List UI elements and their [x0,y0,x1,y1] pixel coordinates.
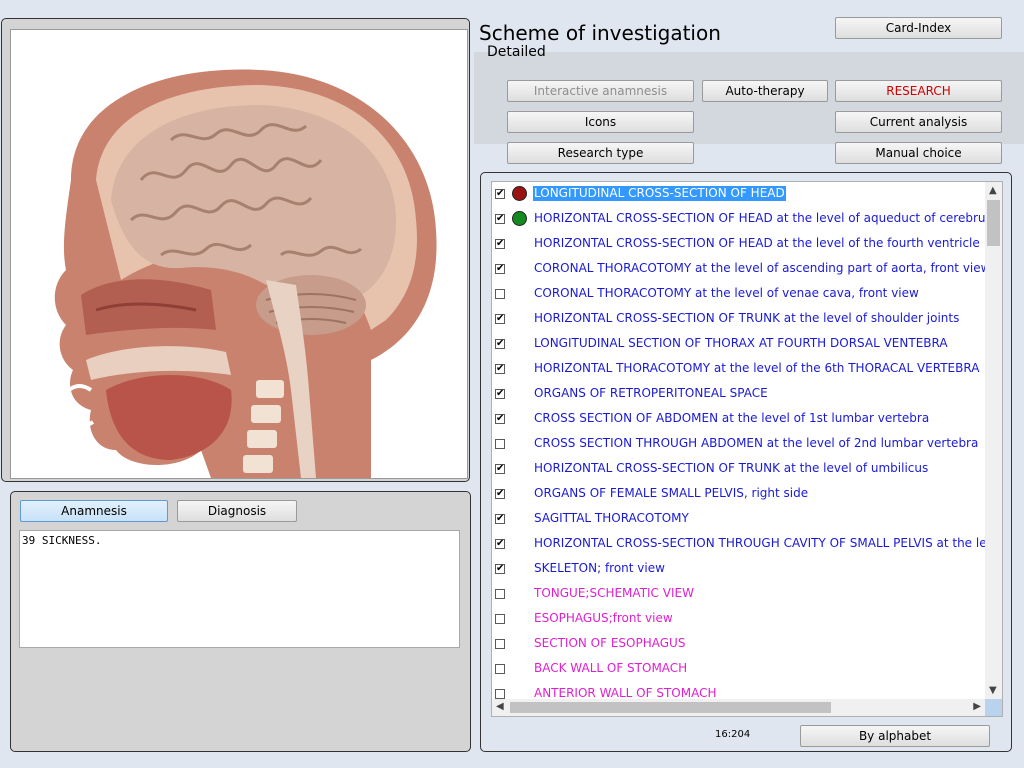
list-item-label: HORIZONTAL CROSS-SECTION OF HEAD at the … [534,236,980,250]
list-item[interactable]: CROSS SECTION THROUGH ABDOMEN at the lev… [492,432,985,457]
anatomy-image [10,29,468,479]
list-item[interactable]: SECTION OF ESOPHAGUS [492,632,985,657]
manual-choice-button[interactable]: Manual choice [835,142,1002,164]
list-item-label: ORGANS OF FEMALE SMALL PELVIS, right sid… [534,486,809,500]
research-list-panel: ✔ LONGITUDINAL CROSS-SECTION OF HEAD ✔ HORI… [480,172,1012,752]
item-checkbox[interactable]: ✔ [495,489,505,499]
tab-anamnesis[interactable]: Anamnesis [20,500,168,522]
interactive-anamnesis-button[interactable]: Interactive anamnesis [507,80,694,102]
sort-by-alphabet-button[interactable]: By alphabet [800,725,990,747]
item-checkbox[interactable]: ✔ [495,414,505,424]
horizontal-scrollbar[interactable]: ◀ ▶ [492,699,985,716]
list-item-label: HORIZONTAL CROSS-SECTION OF TRUNK at the… [534,461,929,475]
list-item-label: HORIZONTAL CROSS-SECTION THROUGH CAVITY … [534,536,985,550]
list-item-label: SKELETON; front view [534,561,665,575]
list-item[interactable]: ✔ HORIZONTAL CROSS-SECTION OF HEAD at the… [492,232,985,257]
list-item[interactable]: ✔ CORONAL THORACOTOMY at the level of asc… [492,257,985,282]
head-section-illustration [54,69,437,478]
item-checkbox[interactable]: ✔ [495,564,505,574]
anamnesis-text-area[interactable]: 39 SICKNESS. [19,530,460,648]
current-analysis-button[interactable]: Current analysis [835,111,1002,133]
list-item[interactable]: CORONAL THORACOTOMY at the level of vena… [492,282,985,307]
item-checkbox[interactable] [495,589,505,599]
item-checkbox[interactable]: ✔ [495,389,505,399]
list-item-label: HORIZONTAL CROSS-SECTION OF HEAD at the … [534,211,985,225]
list-item[interactable]: ✔ HORIZONTAL THORACOTOMY at the level of … [492,357,985,382]
item-counter: 16:204 [715,729,751,740]
card-index-button[interactable]: Card-Index [835,17,1002,39]
list-item-label: SECTION OF ESOPHAGUS [534,636,686,650]
auto-therapy-button[interactable]: Auto-therapy [702,80,828,102]
list-item[interactable]: TONGUE;SCHEMATIC VIEW [492,582,985,607]
image-panel [1,18,470,482]
list-item-label: CROSS SECTION OF ABDOMEN at the level of… [534,411,930,425]
list-item-label: HORIZONTAL CROSS-SECTION OF TRUNK at the… [534,311,960,325]
list-item[interactable]: ✔ ORGANS OF RETROPERITONEAL SPACE [492,382,985,407]
item-checkbox[interactable]: ✔ [495,339,505,349]
scroll-down-icon[interactable]: ▼ [989,685,997,697]
vertical-scrollbar[interactable]: ▲ ▼ [985,182,1002,700]
list-item[interactable]: ESOPHAGUS;front view [492,607,985,632]
list-item-label: SAGITTAL THORACOTOMY [534,511,689,525]
item-checkbox[interactable]: ✔ [495,514,505,524]
item-checkbox[interactable]: ✔ [495,214,505,224]
item-checkbox[interactable] [495,639,505,649]
tab-diagnosis[interactable]: Diagnosis [177,500,297,522]
list-item-label: CROSS SECTION THROUGH ABDOMEN at the lev… [534,436,979,450]
list-item-label: BACK WALL OF STOMACH [534,661,688,675]
list-item[interactable]: ✔ CROSS SECTION OF ABDOMEN at the level o… [492,407,985,432]
list-item[interactable]: ✔ HORIZONTAL CROSS-SECTION OF TRUNK at th… [492,307,985,332]
scroll-right-icon[interactable]: ▶ [973,701,981,713]
item-checkbox[interactable]: ✔ [495,464,505,474]
list-item-label: CORONAL THORACOTOMY at the level of vena… [534,286,919,300]
research-button[interactable]: RESEARCH [835,80,1002,102]
list-item[interactable]: ✔ HORIZONTAL CROSS-SECTION OF TRUNK at th… [492,457,985,482]
list-item[interactable]: ANTERIOR WALL OF STOMACH [492,682,985,700]
list-item[interactable]: ✔ ORGANS OF FEMALE SMALL PELVIS, right si… [492,482,985,507]
list-item-label: HORIZONTAL THORACOTOMY at the level of t… [534,361,980,375]
list-item[interactable]: ✔ LONGITUDINAL CROSS-SECTION OF HEAD [492,182,985,207]
item-checkbox[interactable] [495,439,505,449]
research-type-button[interactable]: Research type [507,142,694,164]
status-marker-icon [512,211,527,226]
item-checkbox[interactable]: ✔ [495,239,505,249]
list-item-label: ESOPHAGUS;front view [534,611,673,625]
vertical-scroll-thumb[interactable] [987,200,1000,246]
list-item[interactable]: ✔ SKELETON; front view [492,557,985,582]
page-subtitle: Detailed [487,44,546,60]
status-marker-icon [512,186,527,201]
list-item-label: ANTERIOR WALL OF STOMACH [534,686,717,700]
list-item-label: LONGITUDINAL CROSS-SECTION OF HEAD [532,185,787,202]
item-checkbox[interactable]: ✔ [495,364,505,374]
item-checkbox[interactable] [495,689,505,699]
list-item[interactable]: BACK WALL OF STOMACH [492,657,985,682]
list-item[interactable]: ✔ HORIZONTAL CROSS-SECTION OF HEAD at the… [492,207,985,232]
notes-panel: Anamnesis Diagnosis 39 SICKNESS. [10,491,471,752]
list-item-label: LONGITUDINAL SECTION OF THORAX AT FOURTH… [534,336,948,350]
scroll-left-icon[interactable]: ◀ [496,701,504,713]
item-checkbox[interactable]: ✔ [495,264,505,274]
item-checkbox[interactable]: ✔ [495,539,505,549]
page-title: Scheme of investigation [479,21,721,45]
horizontal-scroll-thumb[interactable] [510,702,831,713]
item-checkbox[interactable] [495,614,505,624]
item-checkbox[interactable]: ✔ [495,189,505,199]
list-item-label: ORGANS OF RETROPERITONEAL SPACE [534,386,768,400]
list-item[interactable]: ✔ SAGITTAL THORACOTOMY [492,507,985,532]
research-list-rows: ✔ LONGITUDINAL CROSS-SECTION OF HEAD ✔ HORI… [492,182,985,700]
item-checkbox[interactable] [495,289,505,299]
list-item[interactable]: ✔ HORIZONTAL CROSS-SECTION THROUGH CAVITY… [492,532,985,557]
item-checkbox[interactable]: ✔ [495,314,505,324]
scrollbar-corner [985,699,1002,716]
list-item-label: CORONAL THORACOTOMY at the level of asce… [534,261,985,275]
icons-button[interactable]: Icons [507,111,694,133]
list-item-label: TONGUE;SCHEMATIC VIEW [534,586,694,600]
scroll-up-icon[interactable]: ▲ [989,185,997,197]
item-checkbox[interactable] [495,664,505,674]
research-list[interactable]: ✔ LONGITUDINAL CROSS-SECTION OF HEAD ✔ HORI… [491,181,1003,717]
list-item[interactable]: ✔ LONGITUDINAL SECTION OF THORAX AT FOURT… [492,332,985,357]
